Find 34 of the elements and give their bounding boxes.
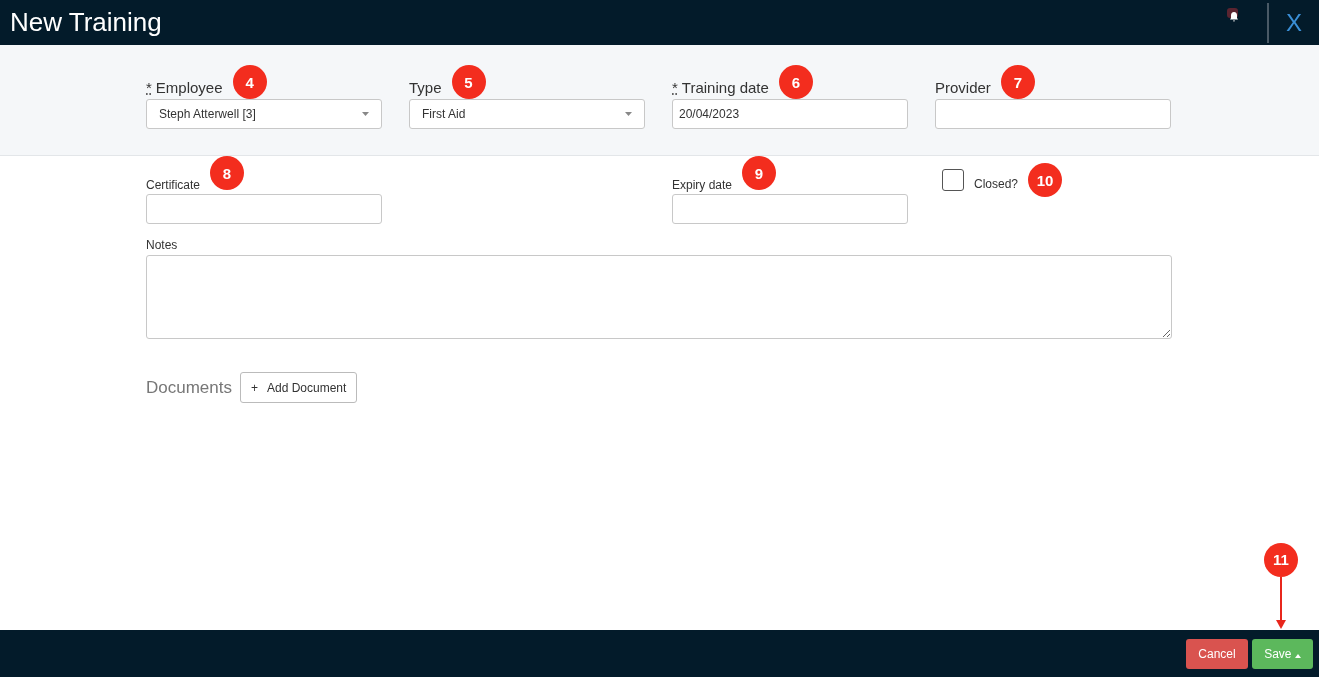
field-label: Training date bbox=[681, 77, 769, 96]
field-label: Expiry date bbox=[672, 178, 733, 192]
input-field[interactable] bbox=[935, 99, 1171, 129]
field-label: Certificate bbox=[146, 178, 201, 192]
cancel-button[interactable]: Cancel bbox=[1186, 638, 1248, 669]
notes-field[interactable] bbox=[146, 255, 1172, 339]
checkbox[interactable] bbox=[942, 169, 964, 191]
callout-badge: 9 bbox=[742, 156, 777, 190]
select-field[interactable]: Steph Atterwell [3] bbox=[146, 99, 382, 129]
callout-badge: 8 bbox=[210, 156, 245, 190]
input-field[interactable] bbox=[146, 194, 382, 224]
field-label: Type bbox=[409, 77, 442, 96]
callout-badge: 10 bbox=[1028, 163, 1063, 197]
window-title: New Training bbox=[10, 7, 162, 38]
arrow-line bbox=[1276, 576, 1286, 629]
input-field[interactable]: 20/04/2023 bbox=[672, 99, 908, 129]
section-heading: Documents bbox=[146, 377, 232, 398]
field-label: Notes bbox=[146, 238, 179, 252]
add-document-button[interactable]: + Add Document bbox=[240, 372, 358, 403]
required-mark: * bbox=[146, 77, 152, 96]
close-button[interactable]: X bbox=[1269, 8, 1319, 37]
callout-badge: 6 bbox=[778, 65, 813, 99]
required-mark: * bbox=[672, 77, 678, 96]
callout-badge: 7 bbox=[1000, 65, 1035, 99]
field-label: Provider bbox=[935, 77, 991, 96]
callout-badge: 5 bbox=[451, 65, 486, 99]
select-field[interactable]: First Aid bbox=[409, 99, 645, 129]
checkbox-label: Closed? bbox=[974, 177, 1019, 191]
callout-badge: 4 bbox=[232, 65, 267, 99]
caret-icon bbox=[362, 112, 369, 116]
input-field[interactable] bbox=[672, 194, 908, 224]
field-label: Employee bbox=[155, 77, 223, 96]
caret-icon bbox=[1294, 653, 1301, 658]
caret-icon bbox=[625, 112, 632, 116]
